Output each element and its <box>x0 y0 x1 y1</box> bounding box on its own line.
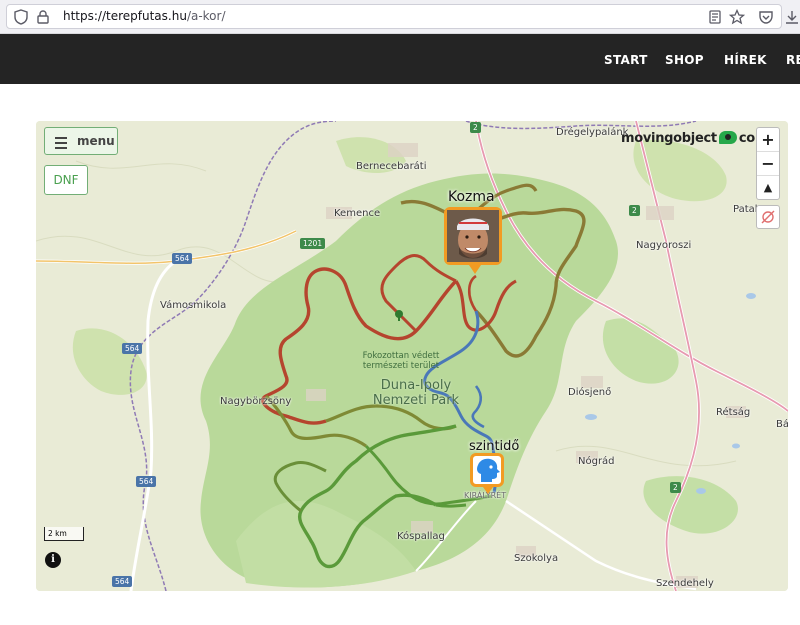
road-shield-2: 2 <box>670 482 681 493</box>
road-shield-564: 564 <box>112 576 133 587</box>
address-bar[interactable]: https://terepfutas.hu/a-kor/ <box>6 4 782 29</box>
nav-shop[interactable]: SHOP <box>665 53 704 67</box>
zoom-in-button[interactable]: + <box>757 128 779 152</box>
road-shield-1201: 1201 <box>300 238 326 249</box>
url-host: https://terepfutas.hu <box>63 9 187 23</box>
road-shield-564: 564 <box>122 343 143 354</box>
url-text: https://terepfutas.hu/a-kor/ <box>63 9 226 23</box>
road-shield-2: 2 <box>629 205 640 216</box>
runner-marker-szintido[interactable] <box>470 453 504 494</box>
protected-area-label: Fokozottan védett természeti terület <box>358 351 444 371</box>
race-map[interactable]: Drégelypalánk Bernecebaráti Kemence Pata… <box>36 121 788 591</box>
bookmark-star-icon[interactable] <box>729 9 745 25</box>
runner-name-kozma: Kozma <box>448 189 495 205</box>
logo-text-right: co <box>738 131 755 146</box>
hamburger-icon <box>55 137 67 152</box>
marker-pointer <box>469 265 481 274</box>
site-navigation: START SHOP HÍREK RE <box>0 34 800 84</box>
marker-pointer <box>483 487 493 494</box>
menu-label: menu <box>77 134 115 148</box>
nav-more[interactable]: RE <box>786 53 800 67</box>
map-pin-icon <box>718 131 737 144</box>
place-vamosmikola: Vámosmikola <box>160 300 227 311</box>
browser-toolbar: https://terepfutas.hu/a-kor/ <box>0 0 800 34</box>
scale-bar: 2 km <box>44 527 84 541</box>
protected-area-line2: természeti terület <box>362 361 440 371</box>
location-button[interactable] <box>756 205 780 229</box>
nav-start[interactable]: START <box>604 53 648 67</box>
place-kemence: Kemence <box>334 208 381 219</box>
movingobject-logo: movingobject co <box>621 131 755 149</box>
park-label-line1: Duna-Ipoly <box>380 378 452 393</box>
url-path: /a-kor/ <box>186 9 226 23</box>
compass-button[interactable]: ▲ <box>757 176 779 199</box>
logo-text-left: movingobject <box>621 131 717 146</box>
place-kospallag: Kóspallag <box>397 531 445 542</box>
road-shield-2: 2 <box>470 122 481 133</box>
dnf-button[interactable]: DNF <box>44 165 88 195</box>
place-nograd: Nógrád <box>578 456 615 467</box>
place-szendehely: Szendehely <box>656 578 714 589</box>
road-shield-564: 564 <box>136 476 157 487</box>
zoom-control: + − ▲ <box>756 127 780 200</box>
place-retsag: Rétság <box>716 407 751 418</box>
zoom-out-button[interactable]: − <box>757 152 779 176</box>
protected-area-line1: Fokozottan védett <box>362 351 440 361</box>
shield-icon[interactable] <box>13 9 29 25</box>
road-shield-564: 564 <box>172 253 193 264</box>
location-disabled-icon <box>761 210 775 224</box>
reader-view-icon[interactable] <box>707 9 723 25</box>
info-icon[interactable]: i <box>45 552 61 568</box>
park-label-line2: Nemzeti Park <box>372 393 460 408</box>
place-diosjeno: Diósjenő <box>568 387 612 398</box>
download-icon[interactable] <box>784 9 800 25</box>
menu-button[interactable]: menu <box>44 127 118 155</box>
ghost-runner-icon <box>477 458 500 482</box>
place-szokolya: Szokolya <box>514 553 559 564</box>
park-label: Duna-Ipoly Nemzeti Park <box>366 378 466 408</box>
place-dregelypalank: Drégelypalánk <box>556 127 629 138</box>
place-nagyborzsony: Nagybörzsöny <box>220 396 292 407</box>
place-ba: Bá <box>776 419 788 430</box>
runner-avatar-icon <box>447 210 499 262</box>
lock-icon[interactable] <box>35 9 51 25</box>
runner-name-szintido: szintidő <box>469 439 520 454</box>
nav-hirek[interactable]: HÍREK <box>724 53 767 67</box>
pocket-icon[interactable] <box>758 9 774 25</box>
runner-marker-kozma[interactable] <box>444 207 502 274</box>
place-nagyoroszi: Nagyoroszi <box>636 240 692 251</box>
place-bernecebarati: Bernecebaráti <box>356 161 427 172</box>
